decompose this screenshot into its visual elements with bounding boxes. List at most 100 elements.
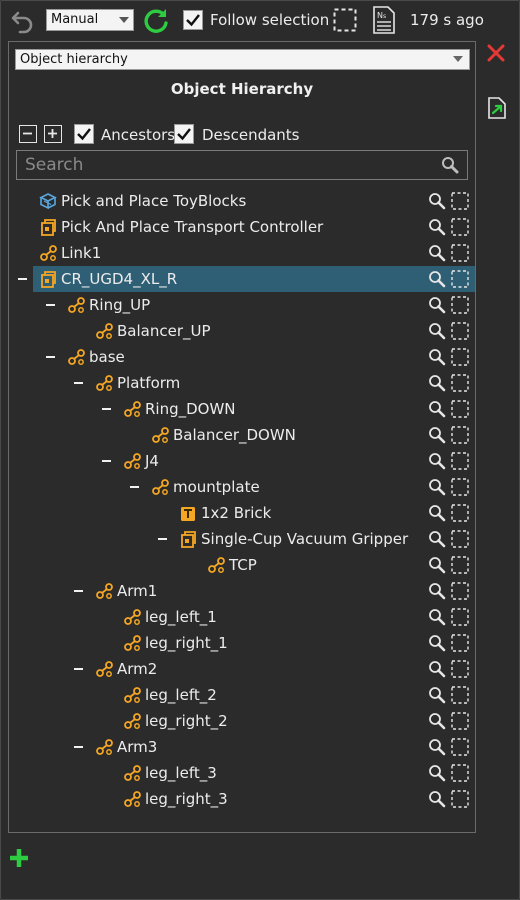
refresh-icon[interactable] <box>142 7 170 35</box>
search-icon[interactable] <box>428 400 446 418</box>
search-box <box>16 150 468 180</box>
tree-row[interactable]: Single-Cup Vacuum Gripper <box>9 526 475 552</box>
tree-row[interactable]: Platform <box>9 370 475 396</box>
tree-row[interactable]: leg_left_2 <box>9 682 475 708</box>
undo-icon[interactable] <box>10 8 36 34</box>
tree-row[interactable]: leg_left_3 <box>9 760 475 786</box>
tree-row[interactable]: TCP <box>9 552 475 578</box>
box-select-icon[interactable] <box>451 452 469 470</box>
expand-all-button[interactable] <box>44 125 62 143</box>
box-select-icon[interactable] <box>451 504 469 522</box>
follow-selection-checkbox[interactable] <box>183 10 203 30</box>
notes-icon[interactable]: N s <box>372 6 396 34</box>
search-icon[interactable] <box>428 712 446 730</box>
search-icon[interactable] <box>428 218 446 236</box>
box-select-icon[interactable] <box>451 686 469 704</box>
tree-row[interactable]: J4 <box>9 448 475 474</box>
descendants-checkbox[interactable] <box>174 124 194 144</box>
search-icon[interactable] <box>428 374 446 392</box>
tree-row[interactable]: Balancer_UP <box>9 318 475 344</box>
tree-row[interactable]: Arm3 <box>9 734 475 760</box>
search-icon[interactable] <box>428 270 446 288</box>
box-select-icon[interactable] <box>451 348 469 366</box>
box-select-icon[interactable] <box>451 400 469 418</box>
box-select-icon[interactable] <box>451 738 469 756</box>
box-select-icon[interactable] <box>451 426 469 444</box>
collapse-toggle-icon[interactable] <box>46 304 55 306</box>
box-select-icon[interactable] <box>451 660 469 678</box>
tree-row[interactable]: Pick and Place ToyBlocks <box>9 188 475 214</box>
search-input[interactable] <box>25 154 425 176</box>
search-icon[interactable] <box>428 192 446 210</box>
box-select-icon[interactable] <box>451 764 469 782</box>
tree-row[interactable]: Link1 <box>9 240 475 266</box>
tree-row[interactable]: Balancer_DOWN <box>9 422 475 448</box>
collapse-toggle-icon[interactable] <box>102 408 111 410</box>
tree-row[interactable]: CR_UGD4_XL_R <box>9 266 475 292</box>
tree-row[interactable]: leg_right_2 <box>9 708 475 734</box>
tree-row[interactable]: leg_right_1 <box>9 630 475 656</box>
search-icon[interactable] <box>428 426 446 444</box>
box-select-icon[interactable] <box>451 374 469 392</box>
box-select-icon[interactable] <box>451 790 469 808</box>
collapse-toggle-icon[interactable] <box>102 460 111 462</box>
search-icon[interactable] <box>428 556 446 574</box>
search-icon[interactable] <box>428 322 446 340</box>
search-icon[interactable] <box>428 530 446 548</box>
box-select-icon[interactable] <box>451 634 469 652</box>
collapse-toggle-icon[interactable] <box>74 590 83 592</box>
box-select-icon[interactable] <box>451 530 469 548</box>
collapse-toggle-icon[interactable] <box>74 746 83 748</box>
view-select[interactable]: Object hierarchy <box>15 49 470 70</box>
search-icon[interactable] <box>428 660 446 678</box>
search-icon[interactable] <box>428 764 446 782</box>
tree-row[interactable]: leg_left_1 <box>9 604 475 630</box>
search-icon[interactable] <box>428 244 446 262</box>
search-icon[interactable] <box>428 608 446 626</box>
add-icon[interactable] <box>8 847 30 869</box>
box-select-icon[interactable] <box>451 478 469 496</box>
mode-select[interactable]: Manual <box>46 9 134 31</box>
search-icon[interactable] <box>428 582 446 600</box>
search-icon[interactable] <box>428 738 446 756</box>
collapse-toggle-icon[interactable] <box>130 486 139 488</box>
tree-row[interactable]: 1x2 Brick <box>9 500 475 526</box>
search-icon[interactable] <box>428 790 446 808</box>
collapse-toggle-icon[interactable] <box>18 278 27 280</box>
box-select-icon[interactable] <box>451 556 469 574</box>
box-select-icon[interactable] <box>451 192 469 210</box>
box-select-icon[interactable] <box>451 296 469 314</box>
tree-row[interactable]: base <box>9 344 475 370</box>
collapse-toggle-icon[interactable] <box>46 356 55 358</box>
tree-row[interactable]: Arm1 <box>9 578 475 604</box>
box-select-icon[interactable] <box>451 712 469 730</box>
box-select-icon[interactable] <box>451 270 469 288</box>
tree-row[interactable]: Ring_DOWN <box>9 396 475 422</box>
tree-row[interactable]: Arm2 <box>9 656 475 682</box>
tree-row[interactable]: mountplate <box>9 474 475 500</box>
search-icon[interactable] <box>428 452 446 470</box>
tree-row[interactable]: Ring_UP <box>9 292 475 318</box>
search-icon[interactable] <box>428 296 446 314</box>
box-select-icon[interactable] <box>451 218 469 236</box>
collapse-toggle-icon[interactable] <box>158 538 167 540</box>
search-icon[interactable] <box>428 478 446 496</box>
search-icon[interactable] <box>428 634 446 652</box>
collapse-toggle-icon[interactable] <box>74 382 83 384</box>
search-icon[interactable] <box>428 504 446 522</box>
tree-row[interactable]: Pick And Place Transport Controller <box>9 214 475 240</box>
box-select-icon[interactable] <box>333 8 357 32</box>
collapse-toggle-icon[interactable] <box>74 668 83 670</box>
box-select-icon[interactable] <box>451 322 469 340</box>
export-icon[interactable] <box>486 96 508 120</box>
search-icon[interactable] <box>441 156 459 174</box>
close-icon[interactable] <box>485 42 507 64</box>
search-icon[interactable] <box>428 686 446 704</box>
tree-row[interactable]: leg_right_3 <box>9 786 475 812</box>
search-icon[interactable] <box>428 348 446 366</box>
box-select-icon[interactable] <box>451 582 469 600</box>
box-select-icon[interactable] <box>451 244 469 262</box>
ancestors-checkbox[interactable] <box>74 124 94 144</box>
collapse-all-button[interactable] <box>19 125 37 143</box>
box-select-icon[interactable] <box>451 608 469 626</box>
